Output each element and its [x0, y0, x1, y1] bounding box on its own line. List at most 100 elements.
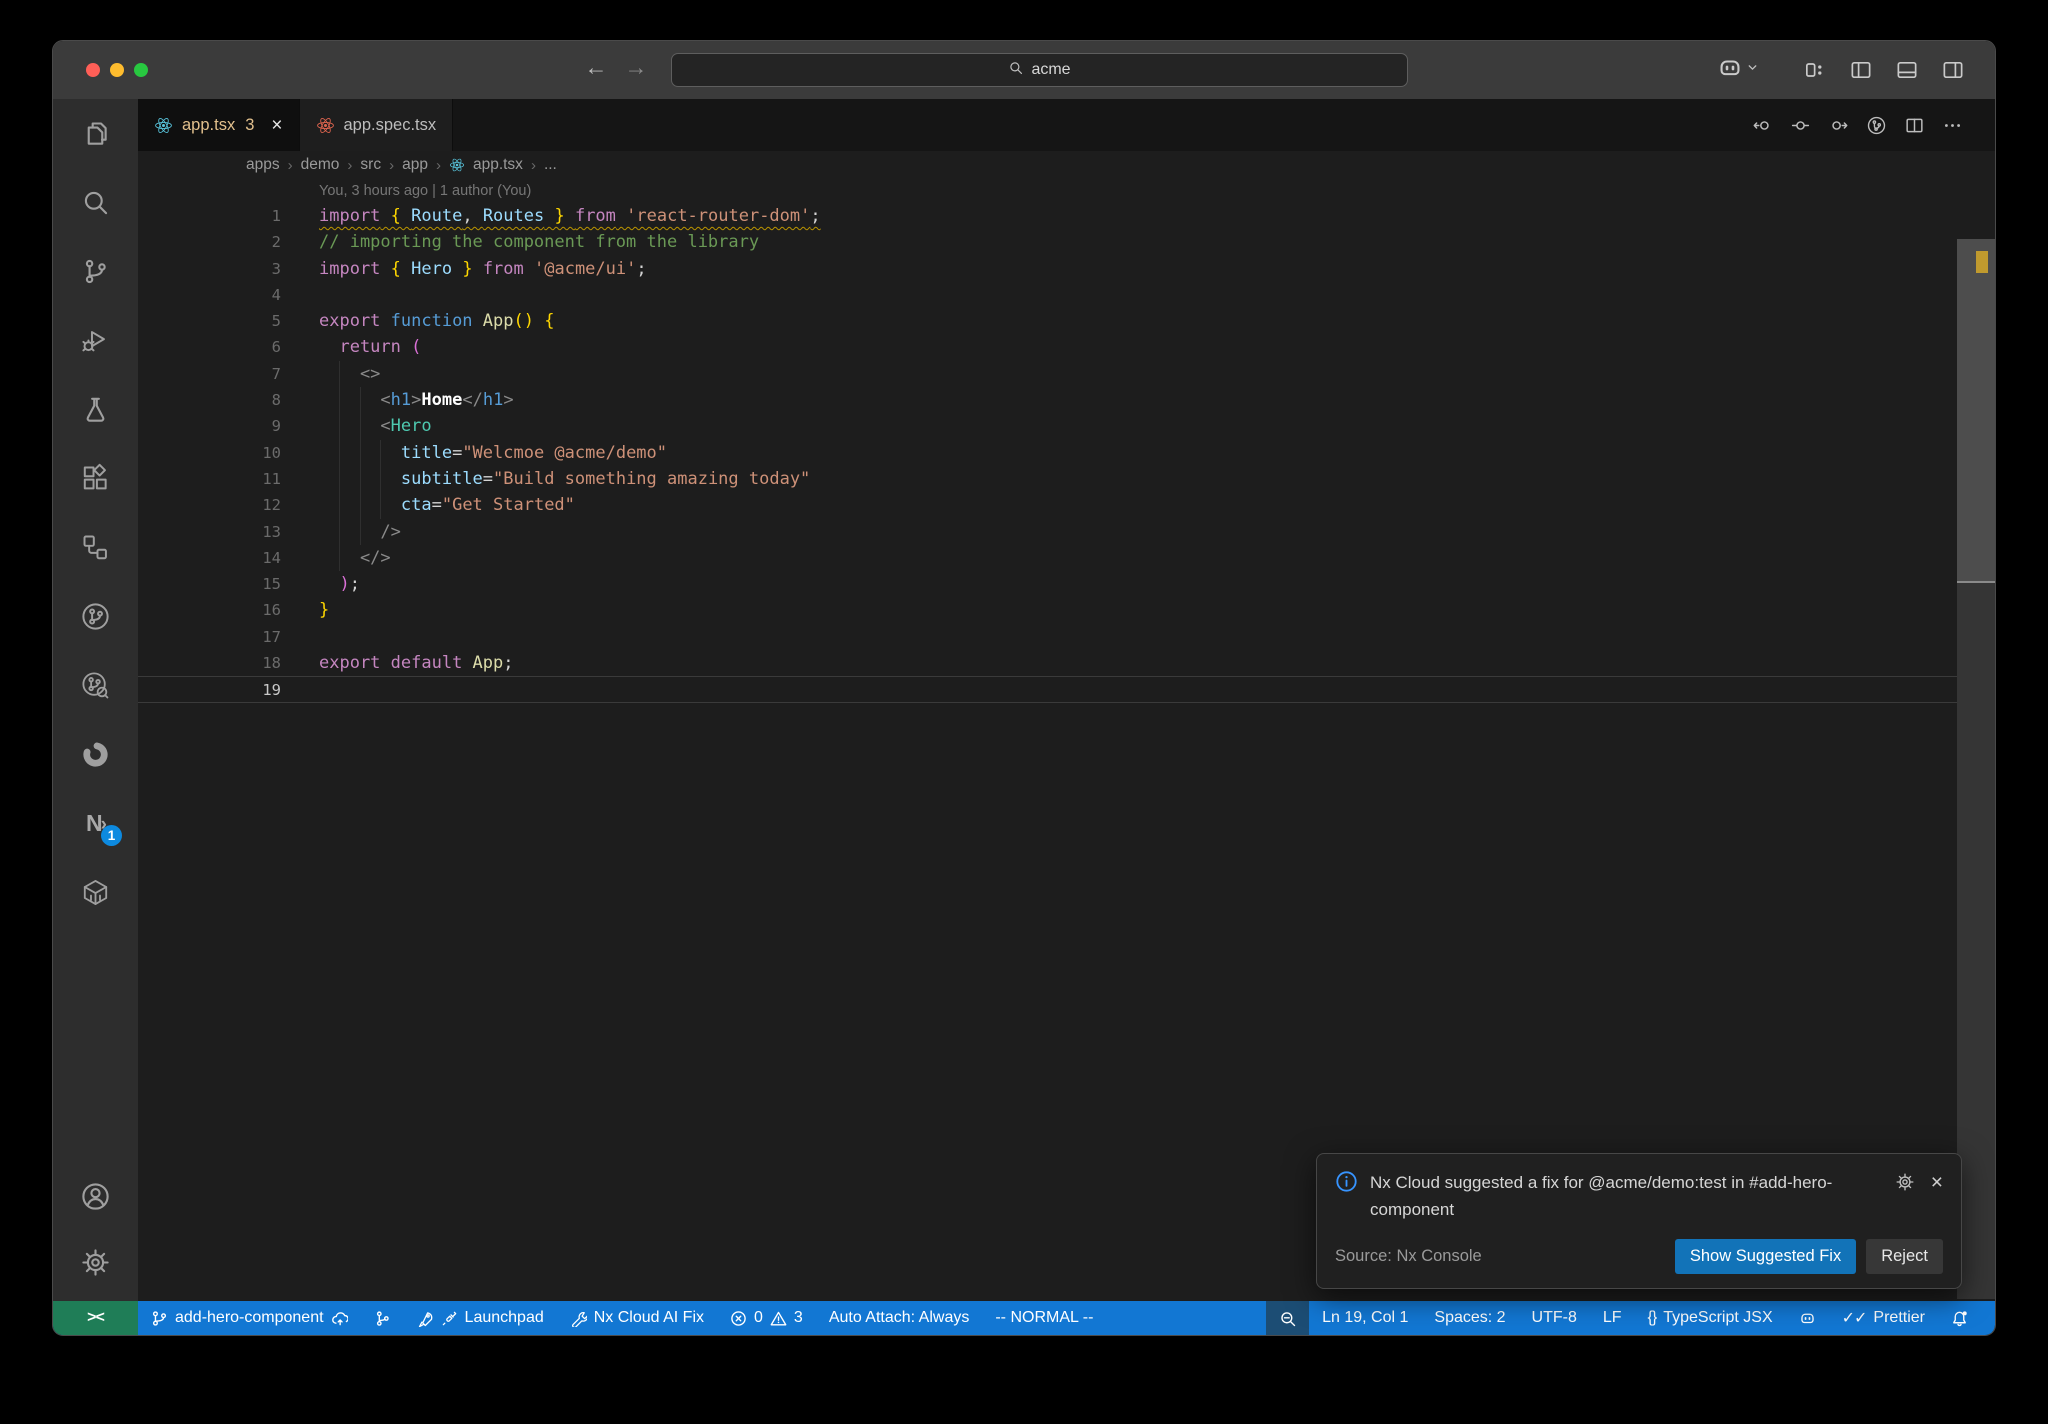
error-icon: [730, 1310, 747, 1327]
status-indentation[interactable]: Spaces: 2: [1421, 1301, 1518, 1335]
activity-item-gitlens-inspect[interactable]: [53, 651, 138, 720]
breadcrumb-symbol[interactable]: ...: [544, 156, 557, 174]
status-formatter-prettier[interactable]: ✓✓ Prettier: [1829, 1301, 1938, 1335]
notification-settings-gear-icon[interactable]: [1895, 1172, 1915, 1197]
status-launchpad[interactable]: Launchpad: [404, 1301, 557, 1335]
tab-close-icon[interactable]: ×: [271, 116, 282, 135]
tab-badge: 3: [245, 115, 255, 134]
status-auto-attach[interactable]: Auto Attach: Always: [816, 1301, 983, 1335]
git-blame-annotation: You, 3 hours ago | 1 author (You): [319, 183, 532, 199]
status-notifications-bell[interactable]: [1938, 1301, 1981, 1335]
activity-item-accounts[interactable]: [53, 1163, 138, 1229]
code-line-4[interactable]: 4: [138, 282, 1995, 308]
code-line-16[interactable]: 16}: [138, 597, 1995, 623]
window-close-button[interactable]: [86, 63, 100, 77]
code-line-8[interactable]: 8 <h1>Home</h1>: [138, 387, 1995, 414]
code-line-18[interactable]: 18 export default App;: [138, 650, 1995, 676]
code-line-3[interactable]: 3 import { Hero } from '@acme/ui';: [138, 256, 1995, 282]
editor-scrollbar[interactable]: [1957, 239, 1995, 1299]
nx-badge: 1: [101, 825, 122, 846]
code-line-1[interactable]: 1 import { Route, Routes } from 'react-ro…: [138, 203, 1995, 229]
activity-item-containers[interactable]: [53, 858, 138, 927]
nav-current-icon[interactable]: [1790, 115, 1811, 136]
activity-item-extensions[interactable]: [53, 444, 138, 513]
breadcrumb-item[interactable]: src: [360, 156, 381, 174]
code-line-2[interactable]: 2// importing the component from the lib…: [138, 229, 1995, 255]
tab-label: app.tsx: [182, 115, 236, 134]
breadcrumb-item[interactable]: app: [402, 156, 428, 174]
code-line-5[interactable]: 5 export function App() {: [138, 308, 1995, 334]
nav-forward-icon[interactable]: [1828, 115, 1849, 136]
toast-source: Source: Nx Console: [1335, 1247, 1482, 1265]
status-problems[interactable]: 03: [717, 1301, 816, 1335]
notification-close-icon[interactable]: ×: [1931, 1172, 1943, 1193]
activity-item-run-and-debug[interactable]: [53, 306, 138, 375]
run-target-icon[interactable]: [1866, 115, 1887, 136]
code-line-11[interactable]: 11 subtitle="Build something amazing tod…: [138, 465, 1995, 493]
status-language-mode[interactable]: {} TypeScript JSX: [1635, 1301, 1786, 1335]
tab-app-spec-tsx[interactable]: app.spec.tsx: [299, 99, 454, 151]
code-line-19[interactable]: 19: [138, 676, 1995, 703]
status-remote-indicator[interactable]: ><: [53, 1301, 138, 1335]
code-line-9[interactable]: 9 <Hero: [138, 413, 1995, 440]
activity-item-manage-settings[interactable]: [53, 1229, 138, 1295]
status-vim-mode[interactable]: -- NORMAL --: [982, 1301, 1106, 1335]
breadcrumb-file[interactable]: app.tsx: [473, 156, 523, 174]
line-number: 6: [271, 338, 281, 357]
activity-item-search[interactable]: [53, 168, 138, 237]
activity-item-testing[interactable]: [53, 375, 138, 444]
status-git-branch[interactable]: add-hero-component: [138, 1301, 361, 1335]
toggle-primary-sidebar-button-icon[interactable]: [1849, 58, 1873, 82]
command-center-search[interactable]: acme: [671, 53, 1408, 87]
reject-button[interactable]: Reject: [1866, 1239, 1943, 1274]
tab-app-tsx[interactable]: app.tsx 3 ×: [138, 99, 300, 151]
scrollbar-thumb[interactable]: [1957, 239, 1995, 583]
react-file-icon: [316, 116, 335, 135]
line-number: 15: [262, 575, 281, 594]
status-text: add-hero-component: [175, 1309, 324, 1326]
nav-back-icon[interactable]: [1752, 115, 1773, 136]
show-suggested-fix-button[interactable]: Show Suggested Fix: [1674, 1239, 1857, 1274]
activity-item-edge-devtools[interactable]: [53, 720, 138, 789]
copilot-menu-button[interactable]: [1717, 55, 1759, 86]
cloudup-icon: [331, 1310, 348, 1327]
code-line-13[interactable]: 13 />: [138, 518, 1995, 545]
window-minimize-button[interactable]: [110, 63, 124, 77]
code-line-7[interactable]: 7 <>: [138, 360, 1995, 388]
split-editor-icon[interactable]: [1904, 115, 1925, 136]
status-encoding[interactable]: UTF-8: [1519, 1301, 1590, 1335]
code-editor[interactable]: You, 3 hours ago | 1 author (You) 1 impor…: [138, 179, 1995, 1301]
breadcrumb[interactable]: apps › demo › src › app › app.tsx ›...: [138, 151, 1995, 179]
toggle-panel-button-icon[interactable]: [1895, 58, 1919, 82]
code-line-14[interactable]: 14 </>: [138, 544, 1995, 572]
history-back-button[interactable]: ←: [581, 54, 611, 81]
status-cursor-position[interactable]: Ln 19, Col 1: [1309, 1301, 1421, 1335]
warning-overview-mark: [1976, 251, 1988, 273]
activity-item-explorer[interactable]: [53, 99, 138, 168]
activity-item-gitlens[interactable]: [53, 582, 138, 651]
toggle-secondary-sidebar-button-icon[interactable]: [1941, 58, 1965, 82]
window-zoom-button[interactable]: [134, 63, 148, 77]
status-text: Nx Cloud AI Fix: [593, 1309, 704, 1326]
status-copilot-status[interactable]: [1786, 1301, 1829, 1335]
activity-item-references[interactable]: [53, 513, 138, 582]
code-line-15[interactable]: 15 );: [138, 571, 1995, 597]
code-line-10[interactable]: 10 title="Welcmoe @acme/demo": [138, 439, 1995, 466]
activity-item-nx-console[interactable]: N› 1: [53, 789, 138, 858]
status-source-control-graph[interactable]: [361, 1301, 404, 1335]
status-eol-sequence[interactable]: LF: [1590, 1301, 1635, 1335]
status-text: Spaces: 2: [1434, 1309, 1506, 1326]
line-number: 18: [262, 654, 281, 673]
breadcrumb-item[interactable]: demo: [301, 156, 340, 174]
status-nx-cloud-ai-fix[interactable]: Nx Cloud AI Fix: [557, 1301, 717, 1335]
customize-layout-button-icon[interactable]: [1803, 58, 1827, 82]
status-zoom-indicator[interactable]: [1266, 1301, 1310, 1335]
history-forward-button[interactable]: →: [621, 54, 651, 81]
code-line-12[interactable]: 12 cta="Get Started": [138, 492, 1995, 519]
code-line-17[interactable]: 17: [138, 624, 1995, 650]
breadcrumb-item[interactable]: apps: [246, 156, 280, 174]
more-actions-icon[interactable]: [1942, 115, 1963, 136]
bell-icon: [1951, 1310, 1968, 1327]
code-line-6[interactable]: 6 return (: [138, 334, 1995, 360]
activity-item-source-control[interactable]: [53, 237, 138, 306]
